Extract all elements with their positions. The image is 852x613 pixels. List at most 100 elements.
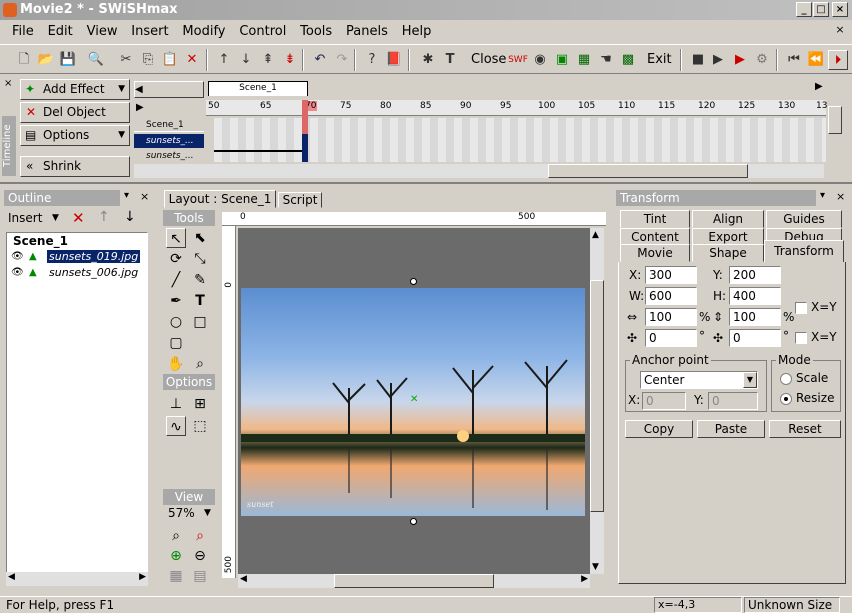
tab-tint[interactable]: Tint [620, 210, 690, 228]
outline-insert-button[interactable]: Insert [8, 211, 42, 225]
resize-handle[interactable] [410, 278, 417, 285]
scroll-right-icon[interactable]: ▶ [581, 574, 588, 584]
tab-align[interactable]: Align [692, 210, 764, 228]
outline-item-selected[interactable]: sunsets_019.jpg [47, 250, 141, 263]
layout-vscroll[interactable]: ▲ ▼ [590, 228, 604, 574]
outline-item[interactable]: sunsets_006.jpg [49, 266, 138, 279]
open-folder-icon[interactable]: 📂 [36, 50, 56, 70]
h-field[interactable]: 400 [729, 287, 781, 305]
chevron-down-icon[interactable]: ▼ [52, 213, 59, 223]
timeline-row-label[interactable]: sunsets_... [134, 150, 204, 162]
stop-icon[interactable]: ■ [688, 50, 708, 70]
rectangle-icon[interactable]: □ [190, 312, 210, 332]
timeline-prev-button[interactable]: ◀ [134, 81, 204, 98]
new-file-icon[interactable]: 🗋 [14, 50, 34, 70]
find-icon[interactable]: 🔍 [86, 50, 106, 70]
delete-icon[interactable]: ✕ [72, 209, 85, 227]
move-bottom-icon[interactable]: ⇟ [280, 50, 300, 70]
bounding-icon[interactable]: ⬚ [190, 416, 210, 436]
xy-checkbox-2[interactable] [795, 332, 807, 344]
line-icon[interactable]: ╱ [166, 270, 186, 290]
play-effect-icon[interactable]: ⚙ [752, 50, 772, 70]
close-label[interactable]: Close [471, 50, 506, 70]
shrink-button[interactable]: Shrink « [20, 156, 130, 177]
snap-icon[interactable]: ⊥ [166, 394, 186, 414]
zoom-tool-icon[interactable]: ⌕ [190, 354, 210, 374]
redo-icon[interactable]: ↷ [332, 50, 352, 70]
move-top-icon[interactable]: ⇞ [258, 50, 278, 70]
minimize-button[interactable]: _ [796, 2, 812, 17]
zoom-100-icon[interactable]: ⌕ [190, 526, 210, 546]
guides-icon[interactable]: ▤ [190, 566, 210, 586]
rewind-start-icon[interactable]: ⏮ [784, 50, 804, 70]
scroll-thumb[interactable] [828, 106, 842, 134]
tab-script[interactable]: Script [278, 192, 322, 208]
menu-tools[interactable]: Tools [300, 24, 332, 39]
book-icon[interactable]: 📕 [384, 50, 404, 70]
reshape-icon[interactable]: ⬉ [190, 228, 210, 248]
resize-handle[interactable] [410, 518, 417, 525]
close-window-button[interactable]: × [832, 2, 848, 17]
outline-close-icon[interactable]: × [140, 190, 149, 203]
ellipse-icon[interactable]: ○ [166, 312, 186, 332]
anchor-select[interactable]: Center ▼ [640, 371, 758, 389]
export-swf-icon[interactable]: SWF [508, 50, 528, 70]
tab-layout[interactable]: Layout : Scene_1 [164, 190, 276, 208]
menu-control[interactable]: Control [239, 24, 286, 39]
panel-close-icon[interactable]: × [836, 190, 845, 203]
smooth-icon[interactable]: ∿ [166, 416, 186, 436]
scale-x-field[interactable]: 100 [645, 308, 697, 326]
menu-panels[interactable]: Panels [346, 24, 388, 39]
anchor-y-field[interactable]: 0 [708, 392, 758, 410]
preview-icon[interactable]: ◉ [530, 50, 550, 70]
help-pointer-icon[interactable]: ? [362, 50, 382, 70]
menu-insert[interactable]: Insert [131, 24, 168, 39]
sprite-icon[interactable]: ▦ [574, 50, 594, 70]
xy-checkbox[interactable] [795, 302, 807, 314]
paste-button[interactable]: Paste [697, 420, 765, 438]
layout-hscroll[interactable]: ◀ ▶ [238, 574, 590, 588]
hand-tool-icon[interactable]: ✋ [166, 354, 186, 374]
scroll-up-icon[interactable]: ▲ [592, 230, 599, 240]
timeline-hscroll[interactable] [134, 164, 824, 178]
cut-icon[interactable]: ✂ [116, 50, 136, 70]
timeline-next-icon[interactable]: ▶ [815, 81, 823, 92]
motion-path-icon[interactable]: ⤡ [190, 249, 210, 269]
scroll-thumb[interactable] [548, 164, 748, 178]
skew-field[interactable]: 0 [729, 329, 781, 347]
stage-canvas[interactable]: sunset ✕ [238, 228, 590, 574]
scroll-thumb[interactable] [590, 280, 604, 512]
menu-view[interactable]: View [87, 24, 118, 39]
grid-icon[interactable]: ▦ [166, 566, 186, 586]
options-button[interactable]: Options ▼ ▤ [20, 125, 130, 146]
undo-icon[interactable]: ↶ [310, 50, 330, 70]
anchor-x-field[interactable]: 0 [642, 392, 686, 410]
tab-shape[interactable]: Shape [692, 244, 764, 262]
scale-y-field[interactable]: 100 [729, 308, 781, 326]
timeline-row-label[interactable]: Scene_1 [134, 118, 204, 132]
new-scene-icon[interactable]: ✱ [418, 50, 438, 70]
menu-modify[interactable]: Modify [182, 24, 225, 39]
scroll-down-icon[interactable]: ▼ [592, 562, 599, 572]
play-scene-icon[interactable]: ▶ [730, 50, 750, 70]
eye-icon[interactable]: 👁 [11, 267, 24, 278]
move-down-icon[interactable]: ↓ [236, 50, 256, 70]
zoom-level[interactable]: 57% [168, 506, 195, 520]
w-field[interactable]: 600 [645, 287, 697, 305]
save-icon[interactable]: 💾 [58, 50, 78, 70]
outline-menu-icon[interactable]: ▾ [124, 190, 129, 201]
transform-icon[interactable]: ⟳ [166, 249, 186, 269]
timeline-row-label-selected[interactable]: sunsets_... [134, 134, 204, 148]
tab-guides[interactable]: Guides [766, 210, 842, 228]
scroll-left-icon[interactable]: ◀ [8, 572, 15, 582]
menu-file[interactable]: File [12, 24, 34, 39]
exit-label[interactable]: Exit [647, 50, 672, 70]
scene-tab[interactable]: Scene_1 [208, 81, 308, 96]
reset-button[interactable]: Reset [769, 420, 841, 438]
scroll-left-icon[interactable]: ◀ [240, 574, 247, 584]
tab-movie[interactable]: Movie [620, 244, 690, 262]
paste-icon[interactable]: 📋 [160, 50, 180, 70]
resize-radio[interactable] [780, 393, 792, 405]
grid-snap-icon[interactable]: ⊞ [190, 394, 210, 414]
move-up-icon[interactable]: ↑ [98, 209, 110, 225]
